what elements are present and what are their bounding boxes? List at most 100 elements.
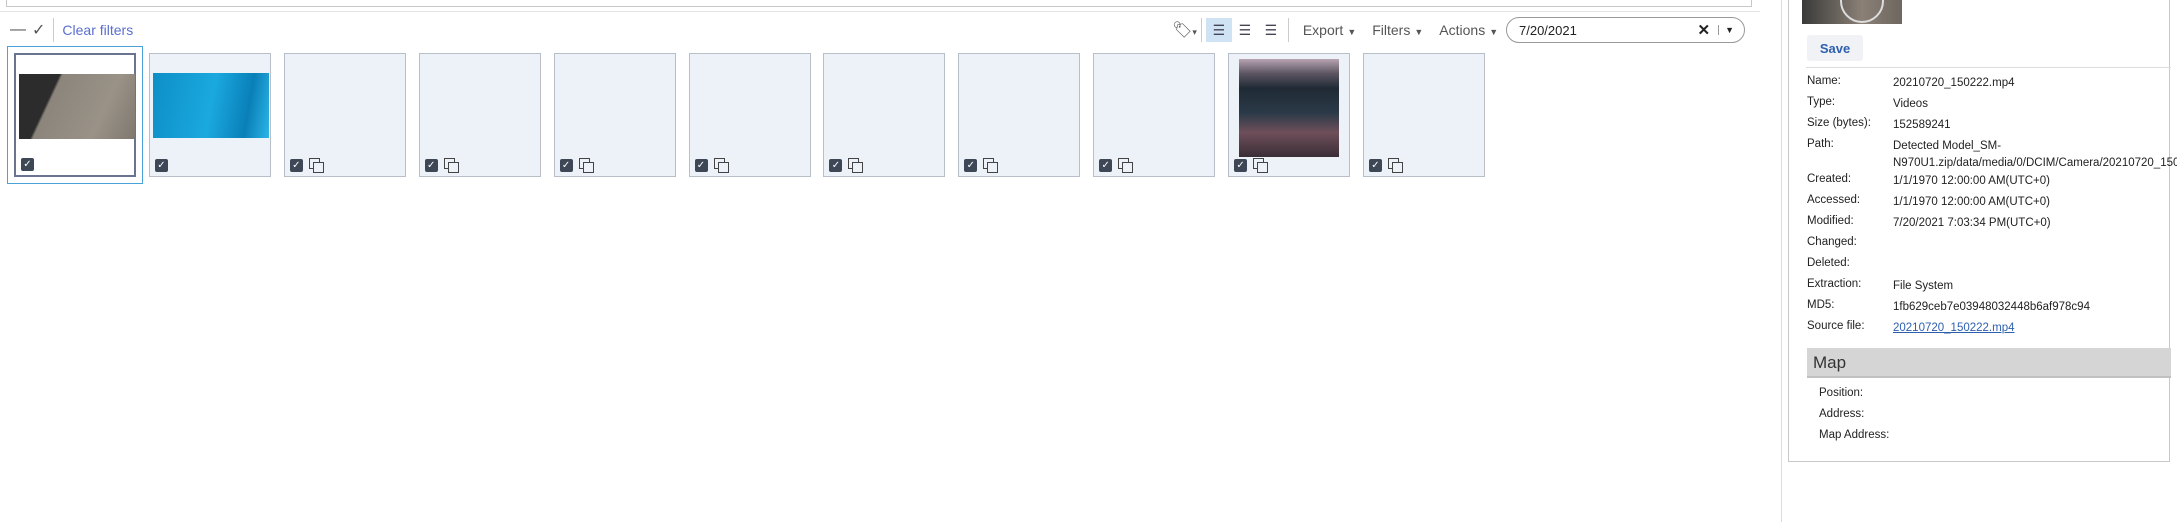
clear-filters-link[interactable]: Clear filters bbox=[62, 22, 133, 38]
clear-icon[interactable]: ✕ bbox=[1698, 21, 1711, 39]
save-button[interactable]: Save bbox=[1807, 35, 1863, 61]
detail-label: Name: bbox=[1807, 75, 1841, 87]
list-view-button[interactable]: ☰ bbox=[1258, 18, 1284, 42]
duplicate-icon bbox=[1388, 158, 1404, 174]
map-position-label: Position: bbox=[1819, 387, 1864, 399]
checkbox-checked-icon[interactable]: ✓ bbox=[1369, 159, 1382, 172]
detail-label: Type: bbox=[1807, 96, 1836, 108]
duplicate-icon bbox=[983, 158, 999, 174]
checkbox-checked-icon[interactable]: ✓ bbox=[1099, 159, 1113, 172]
detail-value: Detected Model_SM-N970U1.zip/data/media/… bbox=[1893, 140, 2177, 169]
separator bbox=[1287, 18, 1289, 42]
map-map-address-label: Map Address: bbox=[1819, 429, 1890, 441]
actions-label: Actions bbox=[1439, 22, 1486, 38]
details-panel: Save Name: 20210720_150222.mp4 Type: Videos… bbox=[1781, 0, 2177, 522]
export-label: Export bbox=[1302, 22, 1344, 38]
thumbnail-tile[interactable]: ✓ bbox=[553, 53, 676, 177]
play-icon bbox=[1840, 0, 1884, 23]
export-menu[interactable]: Export ▼ bbox=[1303, 22, 1356, 38]
detail-label: Changed: bbox=[1807, 236, 1857, 248]
thumbnail-tile[interactable]: ✓ bbox=[7, 46, 143, 184]
divider bbox=[1806, 67, 2171, 68]
filters-label: Filters bbox=[1372, 22, 1411, 38]
date-filter-input[interactable] bbox=[1519, 22, 1698, 38]
thumbnail-image bbox=[19, 74, 135, 139]
divider bbox=[0, 11, 1760, 12]
detail-row: Accessed: 1/1/1970 12:00:00 AM(UTC+0) bbox=[1807, 194, 2163, 211]
checkbox-checked-icon[interactable]: ✓ bbox=[694, 159, 708, 172]
view-toolbar: 🏷▾ ☰ ☰ ☰ Export ▼ Filters ▼ Actions ▼ bbox=[1172, 18, 1498, 42]
thumbnail-tile[interactable]: ✓ bbox=[958, 53, 1081, 177]
checkbox-checked-icon[interactable]: ✓ bbox=[424, 159, 438, 172]
checked-list-view-button[interactable]: ☰ bbox=[1205, 18, 1232, 42]
preview-thumbnail[interactable] bbox=[1802, 0, 1902, 24]
selection-toolbar: — ✓ Clear filters bbox=[10, 18, 133, 42]
detail-label: Size (bytes): bbox=[1807, 117, 1871, 129]
detail-label: Created: bbox=[1807, 173, 1852, 185]
source-file-link[interactable]: 20210720_150222.mp4 bbox=[1893, 320, 2163, 337]
map-address-label: Address: bbox=[1819, 408, 1865, 420]
thumbnail-tile[interactable]: ✓ bbox=[1363, 53, 1485, 177]
duplicate-icon bbox=[1118, 158, 1134, 174]
checkbox-checked-icon[interactable]: ✓ bbox=[964, 159, 978, 172]
detail-label: Source file: bbox=[1807, 320, 1865, 332]
detail-row: Modified: 7/20/2021 7:03:34 PM(UTC+0) bbox=[1807, 215, 2163, 232]
detail-value: 20210720_150222.mp4 bbox=[1893, 77, 2015, 89]
thumbnail-tile[interactable]: ✓ bbox=[1228, 53, 1351, 177]
detail-label: Modified: bbox=[1807, 215, 1854, 227]
tag-icon[interactable]: 🏷▾ bbox=[1172, 20, 1197, 40]
thumbnail-tile[interactable]: ✓ bbox=[823, 53, 946, 177]
detail-label: Extraction: bbox=[1807, 278, 1862, 290]
detail-value: 152589241 bbox=[1893, 119, 1951, 131]
separator bbox=[1200, 18, 1202, 42]
checkbox-checked-icon[interactable]: ✓ bbox=[289, 159, 303, 172]
detail-label: MD5: bbox=[1807, 299, 1835, 311]
detail-value: 1/1/1970 12:00:00 AM(UTC+0) bbox=[1893, 175, 2050, 187]
thumbnail-tile[interactable]: ✓ bbox=[418, 53, 541, 177]
deselect-all-icon[interactable]: — bbox=[10, 21, 26, 39]
details-box: Save Name: 20210720_150222.mp4 Type: Videos… bbox=[1788, 0, 2177, 462]
thumbnail-tile[interactable]: ✓ bbox=[148, 53, 271, 177]
detail-value: 1fb629ceb7e03948032448b6af978c94 bbox=[1893, 301, 2090, 313]
checkbox-checked-icon[interactable]: ✓ bbox=[829, 159, 843, 172]
detail-row: Name: 20210720_150222.mp4 bbox=[1807, 75, 2163, 92]
detail-row: Changed: bbox=[1807, 236, 2163, 248]
detail-row: Deleted: bbox=[1807, 257, 2163, 269]
detail-value: Videos bbox=[1893, 98, 1928, 110]
detail-value bbox=[1893, 236, 2163, 248]
duplicate-icon bbox=[848, 158, 864, 174]
duplicate-icon bbox=[578, 158, 595, 174]
checkbox-checked-icon[interactable]: ✓ bbox=[154, 159, 168, 172]
detail-row: Type: Videos bbox=[1807, 96, 2163, 113]
caret-down-icon: ▼ bbox=[1347, 27, 1357, 37]
detail-value: File System bbox=[1893, 280, 1954, 292]
duplicate-icon bbox=[443, 158, 460, 174]
detail-value bbox=[1893, 257, 2163, 269]
thumbnail-image bbox=[152, 73, 269, 138]
thumbnail-tile[interactable]: ✓ bbox=[1093, 53, 1216, 177]
filters-menu[interactable]: Filters ▼ bbox=[1372, 22, 1423, 38]
checklist-view-button[interactable]: ☰ bbox=[1232, 18, 1258, 42]
thumbnail-tile[interactable]: ✓ bbox=[688, 53, 811, 177]
detail-label: Deleted: bbox=[1807, 257, 1850, 269]
detail-row: Size (bytes): 152589241 bbox=[1807, 117, 2163, 134]
detail-row: Source file: 20210720_150222.mp4 bbox=[1807, 320, 2163, 337]
detail-label: Accessed: bbox=[1807, 194, 1861, 206]
checkbox-checked-icon[interactable]: ✓ bbox=[559, 159, 573, 172]
duplicate-icon bbox=[713, 158, 730, 174]
checkbox-checked-icon[interactable]: ✓ bbox=[21, 158, 34, 171]
separator bbox=[53, 18, 55, 42]
checkbox-checked-icon[interactable]: ✓ bbox=[1234, 159, 1248, 172]
detail-label: Path: bbox=[1807, 138, 1834, 150]
detail-value: 7/20/2021 7:03:34 PM(UTC+0) bbox=[1893, 217, 2051, 229]
map-section-header: Map bbox=[1807, 348, 2171, 378]
thumbnail-tile[interactable]: ✓ bbox=[283, 53, 406, 177]
duplicate-icon bbox=[308, 158, 325, 174]
top-panel-edge bbox=[6, 0, 1752, 7]
select-all-check-icon[interactable]: ✓ bbox=[32, 20, 45, 40]
actions-menu[interactable]: Actions ▼ bbox=[1439, 22, 1498, 38]
caret-down-icon: ▼ bbox=[1414, 27, 1424, 37]
dropdown-caret-icon[interactable]: ▼ bbox=[1718, 25, 1734, 35]
caret-down-icon: ▼ bbox=[1489, 27, 1499, 37]
thumbnail-image bbox=[1239, 59, 1340, 157]
